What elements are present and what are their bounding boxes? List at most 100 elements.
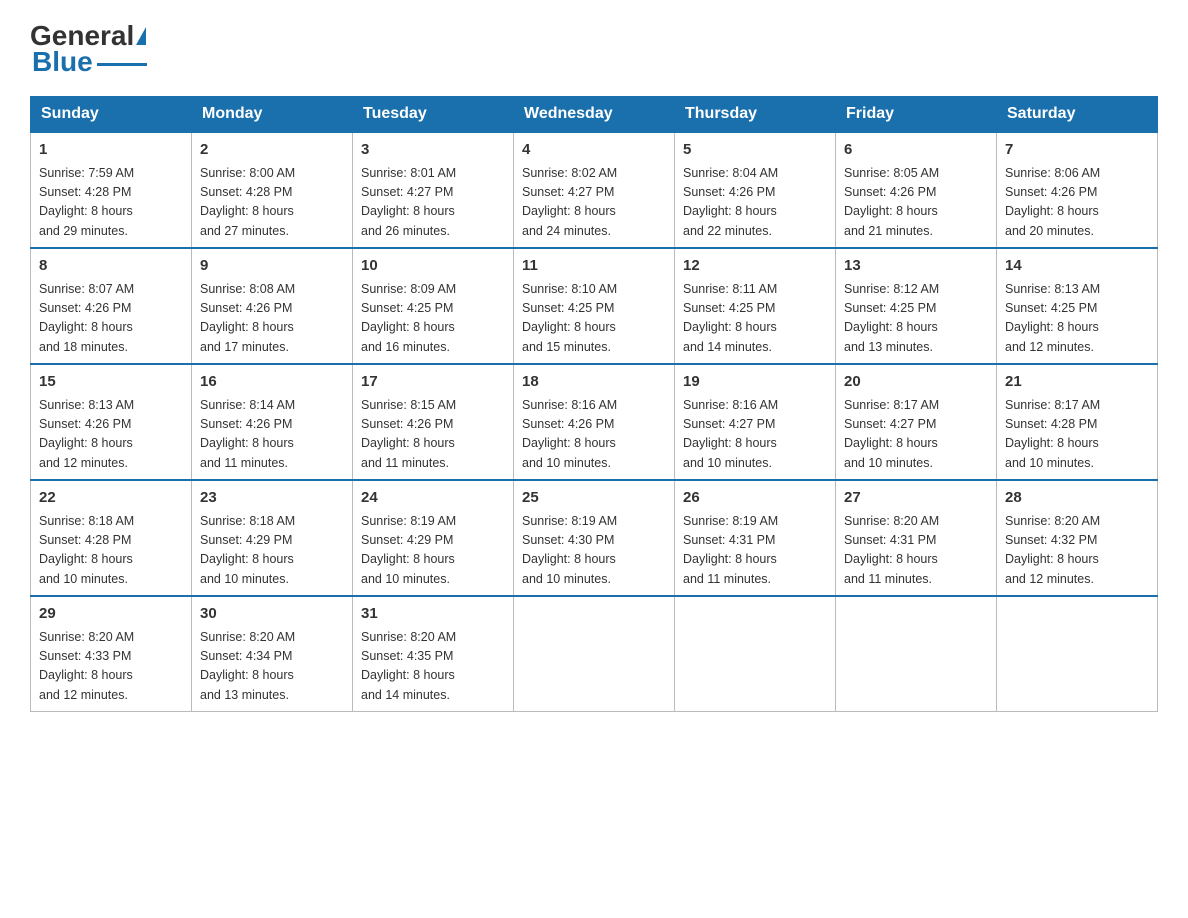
calendar-cell: 6Sunrise: 8:05 AMSunset: 4:26 PMDaylight…: [836, 132, 997, 248]
day-number: 26: [683, 487, 827, 510]
day-info: Sunrise: 8:00 AMSunset: 4:28 PMDaylight:…: [200, 164, 344, 242]
day-number: 17: [361, 371, 505, 394]
calendar-cell: 1Sunrise: 7:59 AMSunset: 4:28 PMDaylight…: [31, 132, 192, 248]
week-row-5: 29Sunrise: 8:20 AMSunset: 4:33 PMDayligh…: [31, 596, 1158, 712]
day-info: Sunrise: 8:11 AMSunset: 4:25 PMDaylight:…: [683, 280, 827, 358]
calendar-cell: [675, 596, 836, 712]
col-header-saturday: Saturday: [997, 97, 1158, 133]
day-info: Sunrise: 8:09 AMSunset: 4:25 PMDaylight:…: [361, 280, 505, 358]
day-info: Sunrise: 8:20 AMSunset: 4:33 PMDaylight:…: [39, 628, 183, 706]
calendar-cell: 19Sunrise: 8:16 AMSunset: 4:27 PMDayligh…: [675, 364, 836, 480]
week-row-3: 15Sunrise: 8:13 AMSunset: 4:26 PMDayligh…: [31, 364, 1158, 480]
day-number: 7: [1005, 139, 1149, 162]
calendar-cell: 31Sunrise: 8:20 AMSunset: 4:35 PMDayligh…: [353, 596, 514, 712]
day-number: 25: [522, 487, 666, 510]
calendar-cell: 29Sunrise: 8:20 AMSunset: 4:33 PMDayligh…: [31, 596, 192, 712]
col-header-monday: Monday: [192, 97, 353, 133]
day-number: 29: [39, 603, 183, 626]
calendar-cell: 17Sunrise: 8:15 AMSunset: 4:26 PMDayligh…: [353, 364, 514, 480]
page-header: General Blue: [30, 20, 1158, 78]
day-number: 11: [522, 255, 666, 278]
day-info: Sunrise: 8:01 AMSunset: 4:27 PMDaylight:…: [361, 164, 505, 242]
week-row-1: 1Sunrise: 7:59 AMSunset: 4:28 PMDaylight…: [31, 132, 1158, 248]
day-number: 22: [39, 487, 183, 510]
day-number: 23: [200, 487, 344, 510]
calendar-cell: 16Sunrise: 8:14 AMSunset: 4:26 PMDayligh…: [192, 364, 353, 480]
calendar-cell: 5Sunrise: 8:04 AMSunset: 4:26 PMDaylight…: [675, 132, 836, 248]
col-header-sunday: Sunday: [31, 97, 192, 133]
calendar-cell: [997, 596, 1158, 712]
day-number: 4: [522, 139, 666, 162]
day-number: 14: [1005, 255, 1149, 278]
calendar-cell: 11Sunrise: 8:10 AMSunset: 4:25 PMDayligh…: [514, 248, 675, 364]
calendar-cell: 25Sunrise: 8:19 AMSunset: 4:30 PMDayligh…: [514, 480, 675, 596]
day-number: 1: [39, 139, 183, 162]
day-number: 24: [361, 487, 505, 510]
logo-triangle-icon: [136, 27, 146, 45]
day-info: Sunrise: 8:20 AMSunset: 4:32 PMDaylight:…: [1005, 512, 1149, 590]
calendar-cell: 9Sunrise: 8:08 AMSunset: 4:26 PMDaylight…: [192, 248, 353, 364]
calendar-cell: 3Sunrise: 8:01 AMSunset: 4:27 PMDaylight…: [353, 132, 514, 248]
day-info: Sunrise: 8:08 AMSunset: 4:26 PMDaylight:…: [200, 280, 344, 358]
day-info: Sunrise: 8:07 AMSunset: 4:26 PMDaylight:…: [39, 280, 183, 358]
calendar-cell: 20Sunrise: 8:17 AMSunset: 4:27 PMDayligh…: [836, 364, 997, 480]
day-info: Sunrise: 8:06 AMSunset: 4:26 PMDaylight:…: [1005, 164, 1149, 242]
day-number: 16: [200, 371, 344, 394]
day-info: Sunrise: 8:20 AMSunset: 4:35 PMDaylight:…: [361, 628, 505, 706]
day-info: Sunrise: 8:16 AMSunset: 4:27 PMDaylight:…: [683, 396, 827, 474]
calendar-cell: 22Sunrise: 8:18 AMSunset: 4:28 PMDayligh…: [31, 480, 192, 596]
day-number: 2: [200, 139, 344, 162]
logo-blue-text: Blue: [32, 46, 93, 78]
day-info: Sunrise: 8:17 AMSunset: 4:28 PMDaylight:…: [1005, 396, 1149, 474]
day-number: 10: [361, 255, 505, 278]
days-of-week-row: SundayMondayTuesdayWednesdayThursdayFrid…: [31, 97, 1158, 133]
calendar-cell: 7Sunrise: 8:06 AMSunset: 4:26 PMDaylight…: [997, 132, 1158, 248]
day-info: Sunrise: 7:59 AMSunset: 4:28 PMDaylight:…: [39, 164, 183, 242]
day-info: Sunrise: 8:18 AMSunset: 4:29 PMDaylight:…: [200, 512, 344, 590]
calendar-cell: 2Sunrise: 8:00 AMSunset: 4:28 PMDaylight…: [192, 132, 353, 248]
day-info: Sunrise: 8:19 AMSunset: 4:31 PMDaylight:…: [683, 512, 827, 590]
calendar-cell: 12Sunrise: 8:11 AMSunset: 4:25 PMDayligh…: [675, 248, 836, 364]
day-number: 27: [844, 487, 988, 510]
col-header-wednesday: Wednesday: [514, 97, 675, 133]
week-row-2: 8Sunrise: 8:07 AMSunset: 4:26 PMDaylight…: [31, 248, 1158, 364]
calendar-cell: 15Sunrise: 8:13 AMSunset: 4:26 PMDayligh…: [31, 364, 192, 480]
col-header-thursday: Thursday: [675, 97, 836, 133]
calendar-cell: [514, 596, 675, 712]
day-info: Sunrise: 8:15 AMSunset: 4:26 PMDaylight:…: [361, 396, 505, 474]
day-info: Sunrise: 8:13 AMSunset: 4:26 PMDaylight:…: [39, 396, 183, 474]
day-info: Sunrise: 8:04 AMSunset: 4:26 PMDaylight:…: [683, 164, 827, 242]
calendar-cell: 10Sunrise: 8:09 AMSunset: 4:25 PMDayligh…: [353, 248, 514, 364]
day-number: 18: [522, 371, 666, 394]
day-number: 31: [361, 603, 505, 626]
calendar-cell: 30Sunrise: 8:20 AMSunset: 4:34 PMDayligh…: [192, 596, 353, 712]
calendar-cell: 23Sunrise: 8:18 AMSunset: 4:29 PMDayligh…: [192, 480, 353, 596]
day-number: 8: [39, 255, 183, 278]
day-info: Sunrise: 8:14 AMSunset: 4:26 PMDaylight:…: [200, 396, 344, 474]
day-info: Sunrise: 8:10 AMSunset: 4:25 PMDaylight:…: [522, 280, 666, 358]
day-number: 30: [200, 603, 344, 626]
calendar-cell: 18Sunrise: 8:16 AMSunset: 4:26 PMDayligh…: [514, 364, 675, 480]
day-number: 6: [844, 139, 988, 162]
day-number: 12: [683, 255, 827, 278]
calendar-cell: 27Sunrise: 8:20 AMSunset: 4:31 PMDayligh…: [836, 480, 997, 596]
day-number: 19: [683, 371, 827, 394]
day-info: Sunrise: 8:16 AMSunset: 4:26 PMDaylight:…: [522, 396, 666, 474]
day-number: 20: [844, 371, 988, 394]
day-info: Sunrise: 8:20 AMSunset: 4:31 PMDaylight:…: [844, 512, 988, 590]
calendar-cell: 28Sunrise: 8:20 AMSunset: 4:32 PMDayligh…: [997, 480, 1158, 596]
day-info: Sunrise: 8:17 AMSunset: 4:27 PMDaylight:…: [844, 396, 988, 474]
day-info: Sunrise: 8:13 AMSunset: 4:25 PMDaylight:…: [1005, 280, 1149, 358]
day-number: 13: [844, 255, 988, 278]
calendar-cell: 26Sunrise: 8:19 AMSunset: 4:31 PMDayligh…: [675, 480, 836, 596]
day-number: 21: [1005, 371, 1149, 394]
calendar-cell: 13Sunrise: 8:12 AMSunset: 4:25 PMDayligh…: [836, 248, 997, 364]
day-info: Sunrise: 8:18 AMSunset: 4:28 PMDaylight:…: [39, 512, 183, 590]
col-header-friday: Friday: [836, 97, 997, 133]
day-number: 5: [683, 139, 827, 162]
calendar-cell: 8Sunrise: 8:07 AMSunset: 4:26 PMDaylight…: [31, 248, 192, 364]
day-info: Sunrise: 8:19 AMSunset: 4:29 PMDaylight:…: [361, 512, 505, 590]
calendar-cell: 24Sunrise: 8:19 AMSunset: 4:29 PMDayligh…: [353, 480, 514, 596]
day-info: Sunrise: 8:02 AMSunset: 4:27 PMDaylight:…: [522, 164, 666, 242]
day-info: Sunrise: 8:05 AMSunset: 4:26 PMDaylight:…: [844, 164, 988, 242]
